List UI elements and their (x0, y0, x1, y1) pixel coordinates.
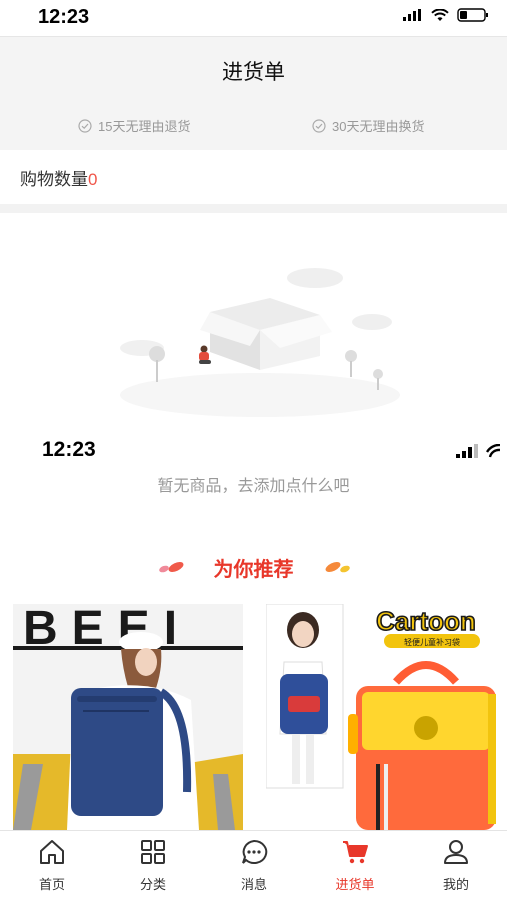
cart-icon (343, 841, 368, 864)
signal-icon (456, 444, 478, 458)
product-brand-text: Cartoon (376, 606, 476, 636)
cart-count-value: 0 (88, 170, 98, 189)
guarantee-exchange: 30天无理由换货 (312, 116, 424, 135)
guarantee-bar: 15天无理由退货 30天无理由换货 (0, 102, 507, 150)
overlay-status-time: 12:23 (42, 438, 96, 461)
status-bar: 12:23 (0, 0, 507, 36)
tab-home[interactable]: 首页 (17, 839, 87, 893)
product-card[interactable]: BEEI (13, 604, 243, 830)
guarantee-return-label: 15天无理由退货 (98, 119, 191, 134)
grid-icon (141, 840, 165, 864)
product-grid: BEEI Cartoon 轻便儿童补习袋 (0, 604, 507, 830)
recommend-header: 为你推荐 (0, 551, 507, 583)
status-icons (403, 8, 489, 22)
tab-profile-label: 我的 (442, 877, 469, 892)
section-divider (0, 204, 507, 213)
bottom-tabbar: 首页 分类 消息 进货单 我的 (0, 830, 507, 900)
overlay-status-icons (456, 444, 500, 458)
tab-home-label: 首页 (38, 877, 65, 892)
check-circle-icon (78, 118, 92, 133)
guarantee-return: 15天无理由退货 (78, 116, 190, 135)
tab-messages-label: 消息 (240, 877, 267, 892)
status-time: 12:23 (38, 6, 90, 28)
home-icon (40, 840, 64, 864)
product-image: BEEI (13, 604, 243, 830)
guarantee-exchange-label: 30天无理由换货 (332, 119, 425, 134)
page-header: 进货单 (0, 36, 507, 102)
cart-count: 购物数量0 (20, 165, 97, 190)
cart-count-label: 购物数量 (20, 170, 88, 189)
left-petal-icon (158, 562, 183, 573)
tab-cart-label: 进货单 (335, 877, 375, 892)
wifi-icon (431, 8, 449, 21)
empty-box-illustration (120, 268, 400, 417)
page-title: 进货单 (222, 61, 285, 84)
product-card[interactable]: Cartoon 轻便儿童补习袋 (266, 604, 507, 830)
battery-icon (457, 8, 488, 22)
cart-count-row: 购物数量0 (0, 150, 507, 204)
tab-category-label: 分类 (139, 877, 166, 892)
check-circle-icon (312, 118, 326, 133)
tab-cart[interactable]: 进货单 (320, 839, 390, 893)
tab-messages[interactable]: 消息 (219, 839, 289, 893)
empty-state-message: 暂无商品，去添加点什么吧 (157, 478, 350, 495)
message-icon (242, 839, 268, 864)
product-subtitle-text: 轻便儿童补习袋 (404, 637, 460, 647)
wifi-icon (486, 444, 500, 458)
user-icon (444, 840, 468, 864)
overlay-status-bar: 12:23 (0, 432, 507, 472)
recommend-title: 为你推荐 (213, 558, 294, 581)
signal-icon (403, 9, 421, 21)
right-petal-icon (325, 562, 350, 573)
tab-category[interactable]: 分类 (118, 839, 188, 893)
product-image: Cartoon 轻便儿童补习袋 (266, 604, 507, 830)
tab-profile[interactable]: 我的 (421, 839, 491, 893)
